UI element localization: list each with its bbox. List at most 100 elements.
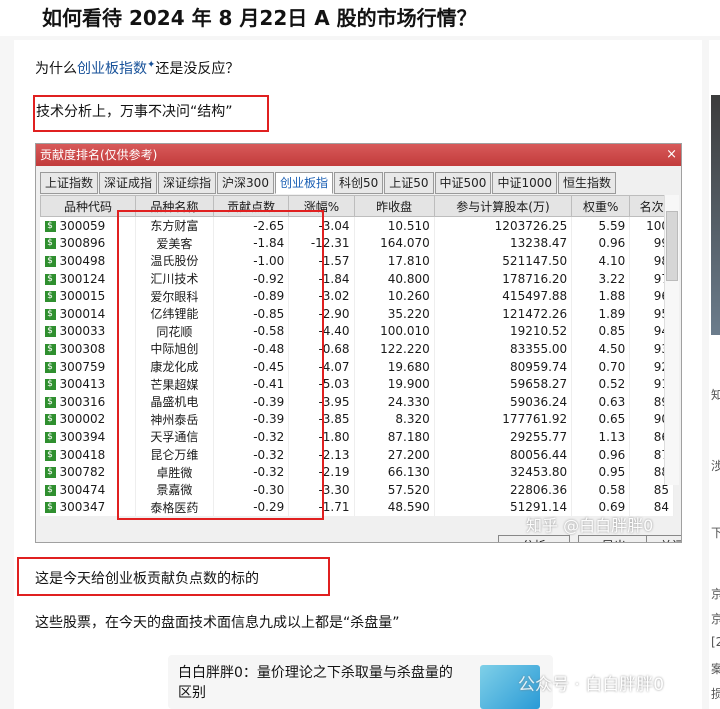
table-cell: 29255.77 <box>434 428 573 446</box>
table-cell: 40.800 <box>354 269 435 288</box>
table-cell: 0.70 <box>571 357 631 376</box>
column-header[interactable]: 参与计算股本(万) <box>433 195 573 217</box>
table-cell: 27.200 <box>354 445 435 464</box>
tab-index[interactable]: 上证50 <box>384 172 434 194</box>
table-cell: 83355.00 <box>434 340 573 358</box>
stock-code: 300413 <box>59 377 106 392</box>
tab-index[interactable]: 上证指数 <box>40 172 99 194</box>
table-cell: 87.180 <box>354 428 435 446</box>
highlight-box-caption <box>17 557 330 596</box>
tab-index[interactable]: 深证成指 <box>99 172 158 194</box>
stock-icon: $ <box>44 414 56 426</box>
stock-code: 300015 <box>59 289 106 304</box>
stock-code: 300498 <box>59 253 106 268</box>
stock-code: 300394 <box>59 429 106 444</box>
table-cell: 19210.52 <box>434 322 573 341</box>
stock-icon: $ <box>44 449 56 461</box>
highlight-box-structure <box>33 95 269 132</box>
tab-index[interactable]: 恒生指数 <box>557 172 616 194</box>
stock-code: 300474 <box>59 482 106 497</box>
page-watermark: 公众号 · 白白胖胖0 <box>518 675 665 695</box>
table-cell: 0.96 <box>571 234 631 253</box>
linked-article-card[interactable]: 白白胖胖0：量价理论之下杀取量与杀盘量的区别 <box>168 655 553 709</box>
table-cell: 8.320 <box>354 410 435 429</box>
stock-code: 300033 <box>59 324 106 339</box>
table-cell: 1.88 <box>571 287 631 305</box>
stock-icon: $ <box>44 326 56 338</box>
sidebar-image <box>711 95 720 335</box>
chinext-index-link[interactable]: 创业板指数 <box>77 61 147 77</box>
tab-index[interactable]: 深证综指 <box>158 172 217 194</box>
table-cell: 164.070 <box>354 234 435 253</box>
table-cell: 0.65 <box>571 410 631 429</box>
analyze-button[interactable]: 分析 <box>498 535 570 542</box>
table-cell: 0.58 <box>571 480 631 499</box>
column-header[interactable]: 权重% <box>571 195 631 217</box>
table-cell: 59658.27 <box>434 375 573 393</box>
table-cell: 59036.24 <box>434 392 573 411</box>
table-cell: 1.89 <box>571 304 631 323</box>
linked-article-title: 白白胖胖0：量价理论之下杀取量与杀盘量的区别 <box>178 665 453 701</box>
stock-icon: $ <box>44 396 56 408</box>
table-cell: 178716.20 <box>434 269 573 288</box>
table-cell: 80959.74 <box>434 357 573 376</box>
stock-icon: $ <box>44 467 56 479</box>
table-cell: 19.680 <box>354 357 435 376</box>
tab-index[interactable]: 科创50 <box>333 172 384 194</box>
table-cell: 122.220 <box>354 340 435 358</box>
table-cell: 121472.26 <box>434 304 573 323</box>
sidebar-label: 京 <box>711 612 720 626</box>
window-title: 贡献度排名(仅供参考) <box>36 144 681 166</box>
column-header[interactable]: 昨收盘 <box>353 195 435 217</box>
table-cell: 100.010 <box>354 322 435 341</box>
stock-code: 300759 <box>59 359 106 374</box>
stock-code: 300418 <box>59 447 106 462</box>
table-cell: 17.810 <box>354 252 435 270</box>
highlight-box-names <box>117 210 324 520</box>
line1-suffix: 还是没反应？ <box>155 61 240 77</box>
table-cell: 1203726.25 <box>434 216 573 235</box>
table-cell: 0.52 <box>571 375 631 393</box>
tab-index[interactable]: 中证500 <box>434 172 492 194</box>
stock-code: 300002 <box>59 412 106 427</box>
table-cell: 4.50 <box>571 340 631 358</box>
close-icon[interactable]: × <box>666 144 677 166</box>
stock-icon: $ <box>44 273 56 285</box>
close-button[interactable]: 关闭 <box>646 535 681 542</box>
stock-icon: $ <box>44 220 56 232</box>
tab-index[interactable]: 沪深300 <box>217 172 274 194</box>
sidebar-label: 案 <box>711 662 720 676</box>
stock-icon: $ <box>44 308 56 320</box>
table-cell: 4.10 <box>571 252 631 270</box>
table-cell: 80056.44 <box>434 445 573 464</box>
stock-icon: $ <box>44 238 56 250</box>
table-cell: 19.900 <box>354 375 435 393</box>
image-watermark: 知乎 @白白胖胖0 <box>526 516 654 535</box>
stock-icon: $ <box>44 484 56 496</box>
table-cell: 415497.88 <box>434 287 573 305</box>
table-cell: 3.22 <box>571 269 631 288</box>
table-cell: 177761.92 <box>434 410 573 429</box>
sidebar-label: 京 <box>711 587 720 601</box>
table-cell: 0.85 <box>571 322 631 341</box>
sidebar-label: [2 <box>711 635 720 649</box>
stock-icon: $ <box>44 291 56 303</box>
export-button[interactable]: 导出 <box>578 535 650 542</box>
scrollbar-thumb[interactable] <box>666 211 678 281</box>
tab-index[interactable]: 中证1000 <box>492 172 557 194</box>
table-cell: 24.330 <box>354 392 435 411</box>
tab-index[interactable]: 创业板指 <box>274 172 333 194</box>
sidebar-label: 涉 <box>711 459 720 473</box>
page-title: 如何看待 2024 年 8 月22日 A 股的市场行情？ <box>42 6 477 30</box>
table-cell: 35.220 <box>354 304 435 323</box>
stock-icon: $ <box>44 255 56 267</box>
scrollbar[interactable] <box>664 195 679 485</box>
line1-prefix: 为什么 <box>35 61 77 77</box>
stock-code: 300316 <box>59 394 106 409</box>
table-cell: 1.13 <box>571 428 631 446</box>
table-cell: 13238.47 <box>434 234 573 253</box>
stock-code: 300059 <box>59 218 106 233</box>
stock-icon: $ <box>44 379 56 391</box>
table-cell: 0.96 <box>571 445 631 464</box>
table-cell: 66.130 <box>354 463 435 481</box>
